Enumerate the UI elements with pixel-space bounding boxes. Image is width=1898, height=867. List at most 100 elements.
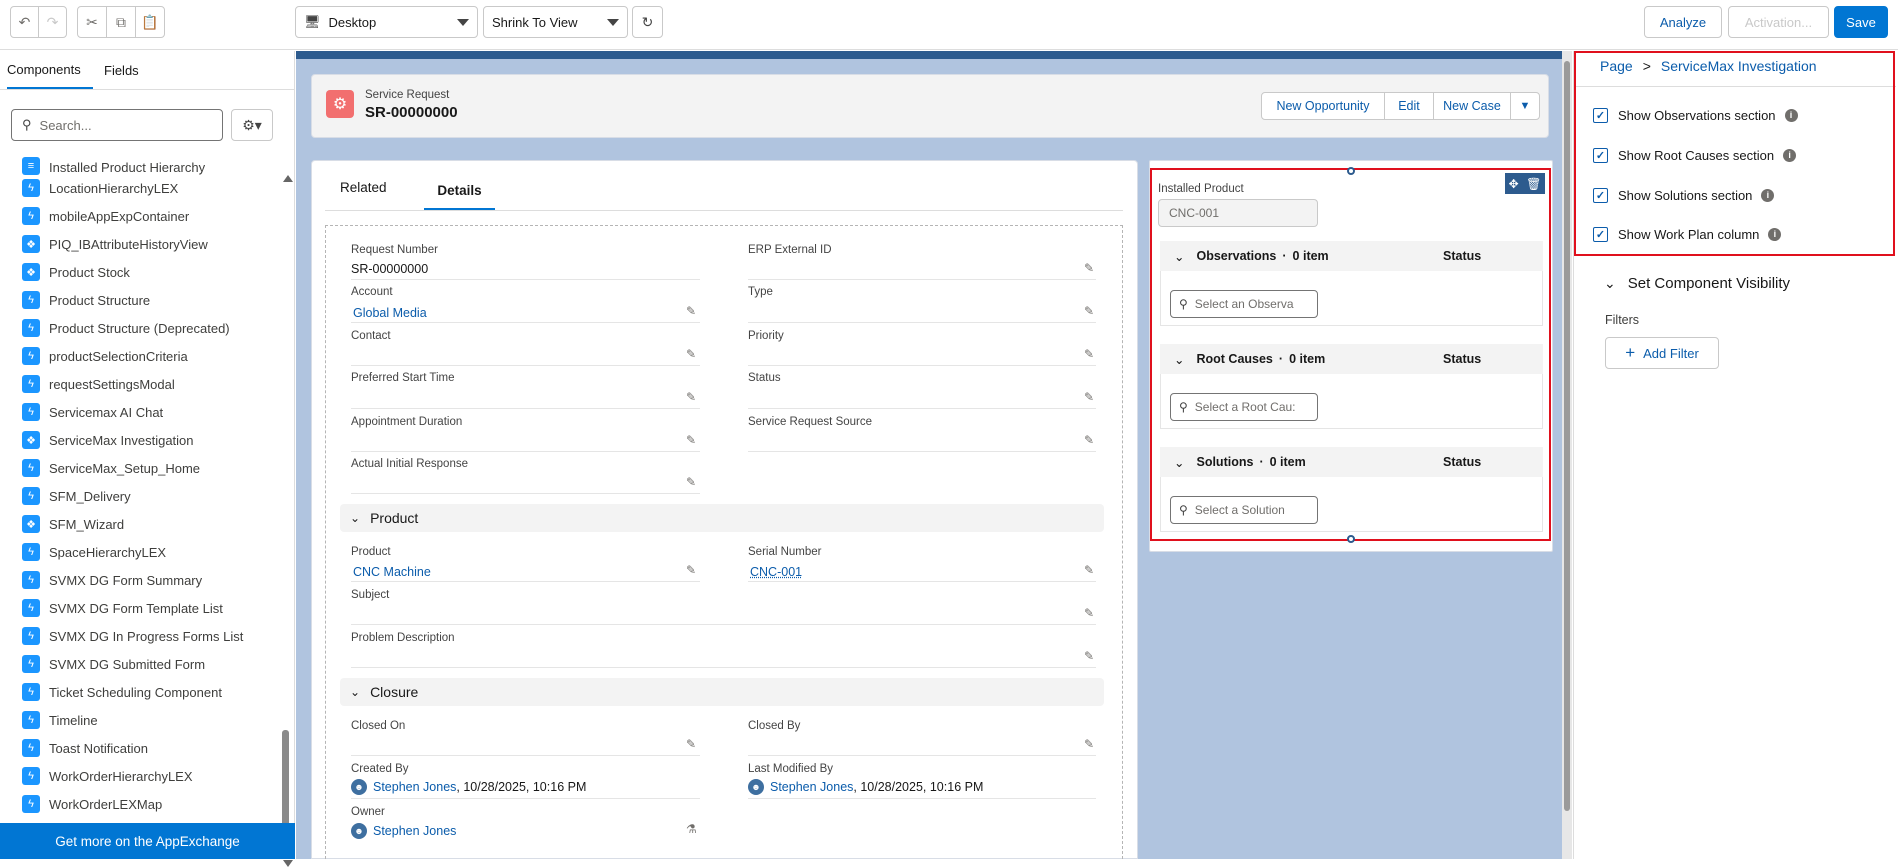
paste-button[interactable]: 📋 xyxy=(135,6,165,38)
pencil-icon[interactable]: ✎ xyxy=(1084,348,1096,360)
undo-button[interactable]: ↶ xyxy=(10,6,39,38)
visibility-section-header[interactable]: ⌄ Set Component Visibility xyxy=(1604,275,1790,292)
product-section-header[interactable]: ⌄ Product xyxy=(340,504,1104,532)
closure-section-header[interactable]: ⌄ Closure xyxy=(340,678,1104,706)
pencil-icon[interactable]: ✎ xyxy=(1084,305,1096,317)
root-cause-search-input[interactable]: ⚲ Select a Root Cau: xyxy=(1170,393,1318,421)
list-item[interactable]: ϟ SVMX DG Form Template List xyxy=(22,596,223,620)
list-item[interactable]: ϟ Product Structure xyxy=(22,288,150,312)
change-owner-icon[interactable]: ⚗ xyxy=(686,823,698,835)
checkbox-checked-icon[interactable]: ✓ xyxy=(1593,107,1608,123)
list-item[interactable]: ϟ mobileAppExpContainer xyxy=(22,204,189,228)
observations-header[interactable]: ⌄ Observations · 0 item Status xyxy=(1160,241,1543,271)
cut-button[interactable]: ✂ xyxy=(77,6,107,38)
list-item[interactable]: ϟ ServiceMax_Setup_Home xyxy=(22,456,200,480)
option-solutions[interactable]: ✓ Show Solutions section i xyxy=(1593,185,1775,205)
pencil-icon[interactable]: ✎ xyxy=(1084,650,1096,662)
save-button[interactable]: Save xyxy=(1834,6,1888,38)
pencil-icon[interactable]: ✎ xyxy=(686,564,698,576)
chevron-down-icon xyxy=(607,19,619,26)
info-icon[interactable]: i xyxy=(1783,148,1797,162)
insert-handle-top[interactable] xyxy=(1347,167,1355,175)
list-item[interactable]: ϟ Timeline xyxy=(22,708,98,732)
info-icon[interactable]: i xyxy=(1761,188,1775,202)
tab-fields[interactable]: Fields xyxy=(104,51,144,89)
list-item[interactable]: ❖ PIQ_IBAttributeHistoryView xyxy=(22,232,208,256)
pencil-icon[interactable]: ✎ xyxy=(1084,391,1096,403)
info-icon[interactable]: i xyxy=(1784,108,1798,122)
list-item[interactable]: ϟ Toast Notification xyxy=(22,736,148,760)
option-observations[interactable]: ✓ Show Observations section i xyxy=(1593,105,1798,125)
device-select[interactable]: 🖥 Desktop xyxy=(295,6,478,38)
tab-details[interactable]: Details xyxy=(424,172,495,210)
insert-handle-bottom[interactable] xyxy=(1347,535,1355,543)
more-actions-button[interactable]: ▼ xyxy=(1510,92,1540,120)
pencil-icon[interactable]: ✎ xyxy=(686,391,698,403)
list-item[interactable]: ϟ productSelectionCriteria xyxy=(22,344,188,368)
info-icon[interactable]: i xyxy=(1768,227,1782,241)
checkbox-checked-icon[interactable]: ✓ xyxy=(1593,187,1608,203)
checkbox-checked-icon[interactable]: ✓ xyxy=(1593,226,1608,242)
tab-components[interactable]: Components xyxy=(7,51,93,89)
list-item[interactable]: ϟ SVMX DG Submitted Form xyxy=(22,652,205,676)
analyze-button[interactable]: Analyze xyxy=(1644,6,1722,38)
copy-button[interactable]: ⧉ xyxy=(106,6,136,38)
list-item[interactable]: ϟ Ticket Scheduling Component xyxy=(22,680,222,704)
last-modified-link[interactable]: Stephen Jones xyxy=(770,780,853,794)
search-input[interactable]: ⚲ Search... xyxy=(11,109,223,141)
list-item[interactable]: ≡ Installed Product Hierarchy xyxy=(22,157,205,175)
scrollbar[interactable] xyxy=(280,175,293,867)
list-item[interactable]: ϟ WorkOrderLEXMap xyxy=(22,792,162,816)
pencil-icon[interactable]: ✎ xyxy=(686,476,698,488)
list-item[interactable]: ϟ WorkOrderHierarchyLEX xyxy=(22,764,193,788)
list-item[interactable]: ❖ Product Stock xyxy=(22,260,130,284)
pencil-icon[interactable]: ✎ xyxy=(1084,738,1096,750)
list-item[interactable]: ϟ SFM_Delivery xyxy=(22,484,131,508)
pencil-icon[interactable]: ✎ xyxy=(686,348,698,360)
settings-menu-button[interactable]: ⚙▾ xyxy=(231,109,273,141)
appexchange-button[interactable]: Get more on the AppExchange xyxy=(0,823,295,859)
solution-search-input[interactable]: ⚲ Select a Solution xyxy=(1170,496,1318,524)
pencil-icon[interactable]: ✎ xyxy=(1084,262,1096,274)
trash-icon[interactable]: 🗑 xyxy=(1526,177,1541,191)
new-case-button[interactable]: New Case xyxy=(1433,92,1511,120)
checkbox-checked-icon[interactable]: ✓ xyxy=(1593,147,1608,163)
view-select[interactable]: Shrink To View xyxy=(483,6,628,38)
account-link[interactable]: Global Media xyxy=(353,306,427,320)
option-root-causes[interactable]: ✓ Show Root Causes section i xyxy=(1593,145,1797,165)
pencil-icon[interactable]: ✎ xyxy=(686,738,698,750)
root-causes-header[interactable]: ⌄ Root Causes · 0 item Status xyxy=(1160,344,1543,374)
list-item-label: Installed Product Hierarchy xyxy=(49,160,206,175)
list-item[interactable]: ϟ SVMX DG Form Summary xyxy=(22,568,202,592)
list-item[interactable]: ϟ LocationHierarchyLEX xyxy=(22,176,178,200)
add-filter-button[interactable]: + Add Filter xyxy=(1605,337,1719,369)
pencil-icon[interactable]: ✎ xyxy=(686,305,698,317)
list-item[interactable]: ϟ SpaceHierarchyLEX xyxy=(22,540,166,564)
list-item[interactable]: ϟ Servicemax AI Chat xyxy=(22,400,163,424)
redo-button[interactable]: ↷ xyxy=(38,6,67,38)
list-item[interactable]: ϟ requestSettingsModal xyxy=(22,372,175,396)
pencil-icon[interactable]: ✎ xyxy=(1084,564,1096,576)
tab-related[interactable]: Related xyxy=(340,180,387,195)
list-item[interactable]: ❖ SFM_Wizard xyxy=(22,512,124,536)
serial-number-link[interactable]: CNC-001 xyxy=(750,565,802,579)
new-opportunity-button[interactable]: New Opportunity xyxy=(1261,92,1385,120)
move-icon[interactable]: ✥ xyxy=(1509,177,1519,191)
canvas-scrollbar[interactable] xyxy=(1562,51,1572,859)
list-item[interactable]: ϟ SVMX DG In Progress Forms List xyxy=(22,624,243,648)
solutions-header[interactable]: ⌄ Solutions · 0 item Status xyxy=(1160,447,1543,477)
option-work-plan[interactable]: ✓ Show Work Plan column i xyxy=(1593,224,1782,244)
created-by-link[interactable]: Stephen Jones xyxy=(373,780,456,794)
list-item[interactable]: ❖ ServiceMax Investigation xyxy=(22,428,194,452)
pencil-icon[interactable]: ✎ xyxy=(1084,607,1096,619)
refresh-button[interactable]: ↻ xyxy=(632,6,663,38)
observation-search-input[interactable]: ⚲ Select an Observa xyxy=(1170,290,1318,318)
pencil-icon[interactable]: ✎ xyxy=(686,434,698,446)
pencil-icon[interactable]: ✎ xyxy=(1084,434,1096,446)
list-item[interactable]: ϟ Product Structure (Deprecated) xyxy=(22,316,230,340)
activation-button[interactable]: Activation... xyxy=(1728,6,1829,38)
owner-link[interactable]: Stephen Jones xyxy=(373,824,456,838)
product-link[interactable]: CNC Machine xyxy=(353,565,431,579)
scrollbar-thumb[interactable] xyxy=(1564,61,1570,811)
edit-button[interactable]: Edit xyxy=(1384,92,1434,120)
